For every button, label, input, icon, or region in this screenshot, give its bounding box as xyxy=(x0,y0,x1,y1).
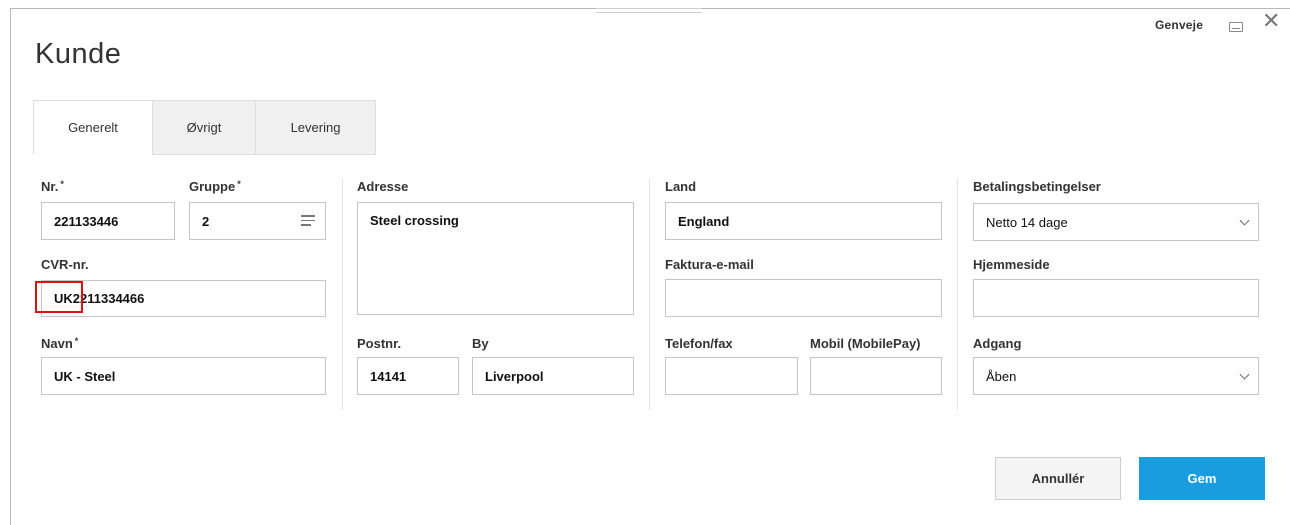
adgang-value: Åben xyxy=(986,368,1017,384)
tab-levering[interactable]: Levering xyxy=(255,100,376,155)
adgang-select[interactable]: Åben xyxy=(973,357,1259,395)
by-label: By xyxy=(472,336,489,351)
betaling-select[interactable]: Netto 14 dage xyxy=(973,203,1259,241)
navn-label: Navn * xyxy=(41,336,79,351)
close-icon[interactable]: ✕ xyxy=(1262,10,1280,32)
by-input[interactable]: Liverpool xyxy=(472,357,634,395)
tab-ovrigt[interactable]: Øvrigt xyxy=(152,100,255,155)
adgang-label: Adgang xyxy=(973,336,1022,351)
keyboard-icon[interactable] xyxy=(1229,22,1243,32)
chevron-down-icon xyxy=(1239,369,1250,380)
nr-input[interactable]: 221133446 xyxy=(41,202,175,240)
customer-dialog xyxy=(10,8,1290,525)
cvr-label: CVR-nr. xyxy=(41,257,89,272)
save-button[interactable]: Gem xyxy=(1139,457,1265,500)
gruppe-label: Gruppe * xyxy=(189,179,241,194)
gruppe-input[interactable]: 2 xyxy=(189,202,326,240)
cancel-button[interactable]: Annullér xyxy=(995,457,1121,500)
telefon-input[interactable] xyxy=(665,357,798,395)
navn-input[interactable]: UK - Steel xyxy=(41,357,326,395)
mobil-label: Mobil (MobilePay) xyxy=(810,336,921,351)
drag-handle[interactable] xyxy=(596,8,702,20)
column-divider xyxy=(342,178,343,410)
faktura-email-label: Faktura-e-mail xyxy=(665,257,754,272)
chevron-down-icon xyxy=(1239,215,1250,226)
gruppe-value: 2 xyxy=(202,213,210,229)
shortcut-link[interactable]: Genveje xyxy=(1155,18,1203,32)
column-divider xyxy=(957,178,958,410)
column-divider xyxy=(649,178,650,410)
list-lookup-icon[interactable] xyxy=(301,215,315,226)
hjemmeside-label: Hjemmeside xyxy=(973,257,1050,272)
land-input[interactable]: England xyxy=(665,202,942,240)
telefon-label: Telefon/fax xyxy=(665,336,733,351)
adresse-textarea[interactable]: Steel crossing xyxy=(357,202,634,315)
hjemmeside-input[interactable] xyxy=(973,279,1259,317)
nr-label: Nr. * xyxy=(41,179,64,194)
cvr-input[interactable]: UK2211334466 xyxy=(41,280,326,317)
faktura-email-input[interactable] xyxy=(665,279,942,317)
postnr-input[interactable]: 14141 xyxy=(357,357,459,395)
adresse-label: Adresse xyxy=(357,179,409,194)
land-label: Land xyxy=(665,179,697,194)
tab-bar: Generelt Øvrigt Levering xyxy=(33,100,376,155)
highlight-box xyxy=(35,281,83,313)
page-title: Kunde xyxy=(35,38,122,70)
postnr-label: Postnr. xyxy=(357,336,402,351)
mobil-input[interactable] xyxy=(810,357,942,395)
betaling-value: Netto 14 dage xyxy=(986,214,1068,230)
tab-generelt[interactable]: Generelt xyxy=(33,100,152,155)
betaling-label: Betalingsbetingelser xyxy=(973,179,1101,194)
